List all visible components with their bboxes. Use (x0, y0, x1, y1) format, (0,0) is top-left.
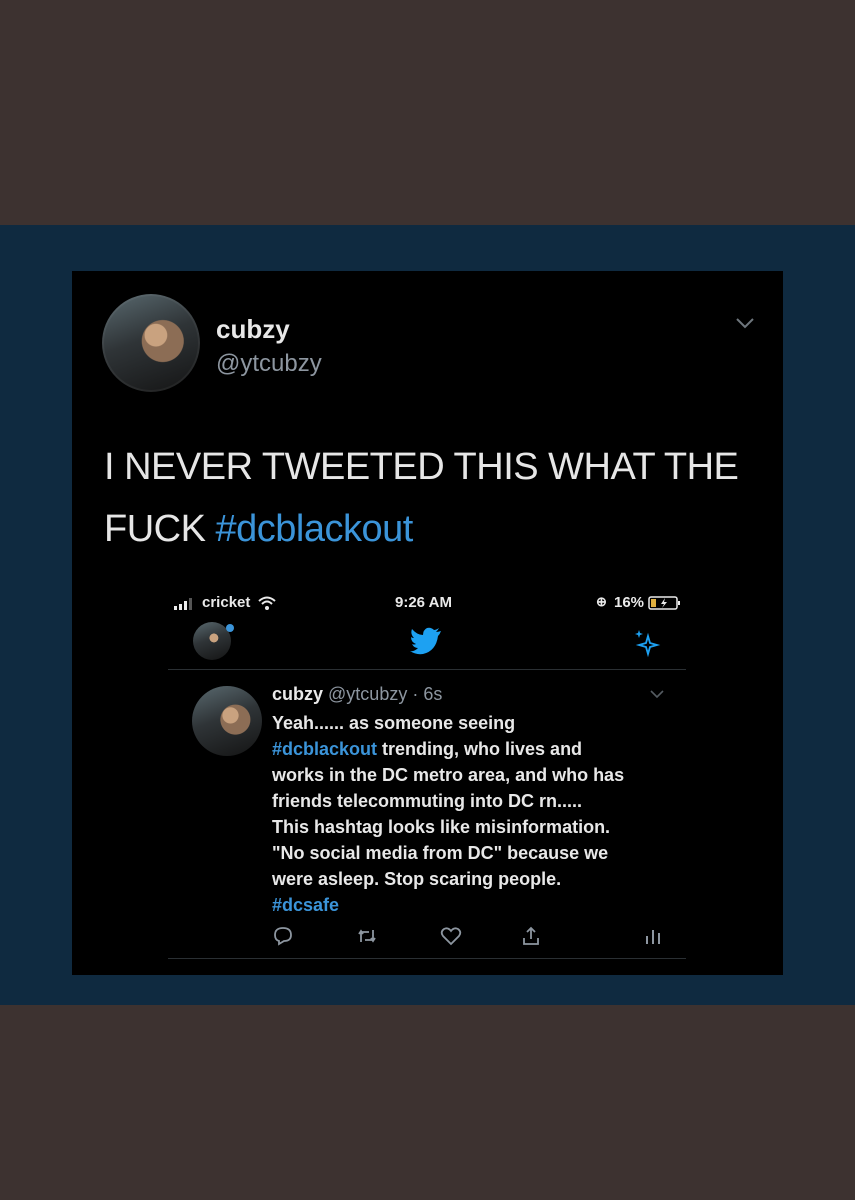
inner-tweet-text: Yeah...... as someone seeing #dcblackout… (272, 710, 682, 918)
meta-separator: · (407, 684, 424, 704)
sparkle-icon[interactable] (632, 628, 662, 658)
analytics-icon[interactable] (642, 926, 664, 946)
inner-line: "No social media from DC" because we (272, 843, 609, 863)
retweet-icon[interactable] (356, 926, 378, 946)
inner-line: friends telecommuting into DC rn..... (272, 791, 583, 811)
inner-line: were asleep. Stop scaring people. (272, 869, 562, 889)
inner-line: Yeah...... as someone seeing (272, 713, 516, 733)
twitter-bird-icon[interactable] (410, 627, 442, 655)
wifi-icon (258, 596, 276, 610)
tweet-text-line1: I NEVER TWEETED THIS WHAT THE (104, 446, 739, 488)
carrier-label: cricket (202, 594, 251, 611)
status-time: 9:26 AM (395, 594, 452, 611)
battery-percent: 16% (614, 594, 645, 611)
inner-line: #dcblackout trending, who lives and (272, 736, 682, 762)
tweet-age: 6s (423, 684, 443, 704)
user-handle[interactable]: @ytcubzy (216, 350, 322, 378)
tweet-text-line2: FUCK (104, 508, 216, 550)
inner-line-rest: trending, who lives and (377, 739, 583, 759)
notification-dot (226, 624, 234, 632)
like-icon[interactable] (440, 926, 462, 946)
share-icon[interactable] (520, 926, 542, 946)
tweet-text: I NEVER TWEETED THIS WHAT THE FUCK #dcbl… (104, 436, 764, 560)
inner-display-name[interactable]: cubzy (272, 684, 323, 704)
divider (168, 958, 686, 959)
divider (168, 669, 686, 670)
reply-icon[interactable] (272, 926, 294, 946)
inner-tweet-header: cubzy @ytcubzy · 6s (272, 684, 442, 705)
inner-user-handle[interactable]: @ytcubzy (328, 684, 407, 704)
inner-hashtag-link[interactable]: #dcblackout (272, 739, 377, 759)
display-name[interactable]: cubzy (216, 314, 290, 345)
inner-hashtag-link[interactable]: #dcsafe (272, 892, 682, 918)
chevron-down-icon[interactable] (650, 690, 664, 699)
inner-line: works in the DC metro area, and who has (272, 765, 625, 785)
battery-icon (648, 596, 680, 610)
hashtag-link[interactable]: #dcblackout (216, 508, 414, 550)
avatar[interactable] (102, 294, 200, 392)
rotation-lock-icon: ⊕ (596, 594, 607, 609)
chevron-down-icon[interactable] (735, 316, 755, 330)
inner-line: This hashtag looks like misinformation. (272, 817, 611, 837)
inner-avatar[interactable] (192, 686, 262, 756)
signal-icon (174, 598, 192, 610)
